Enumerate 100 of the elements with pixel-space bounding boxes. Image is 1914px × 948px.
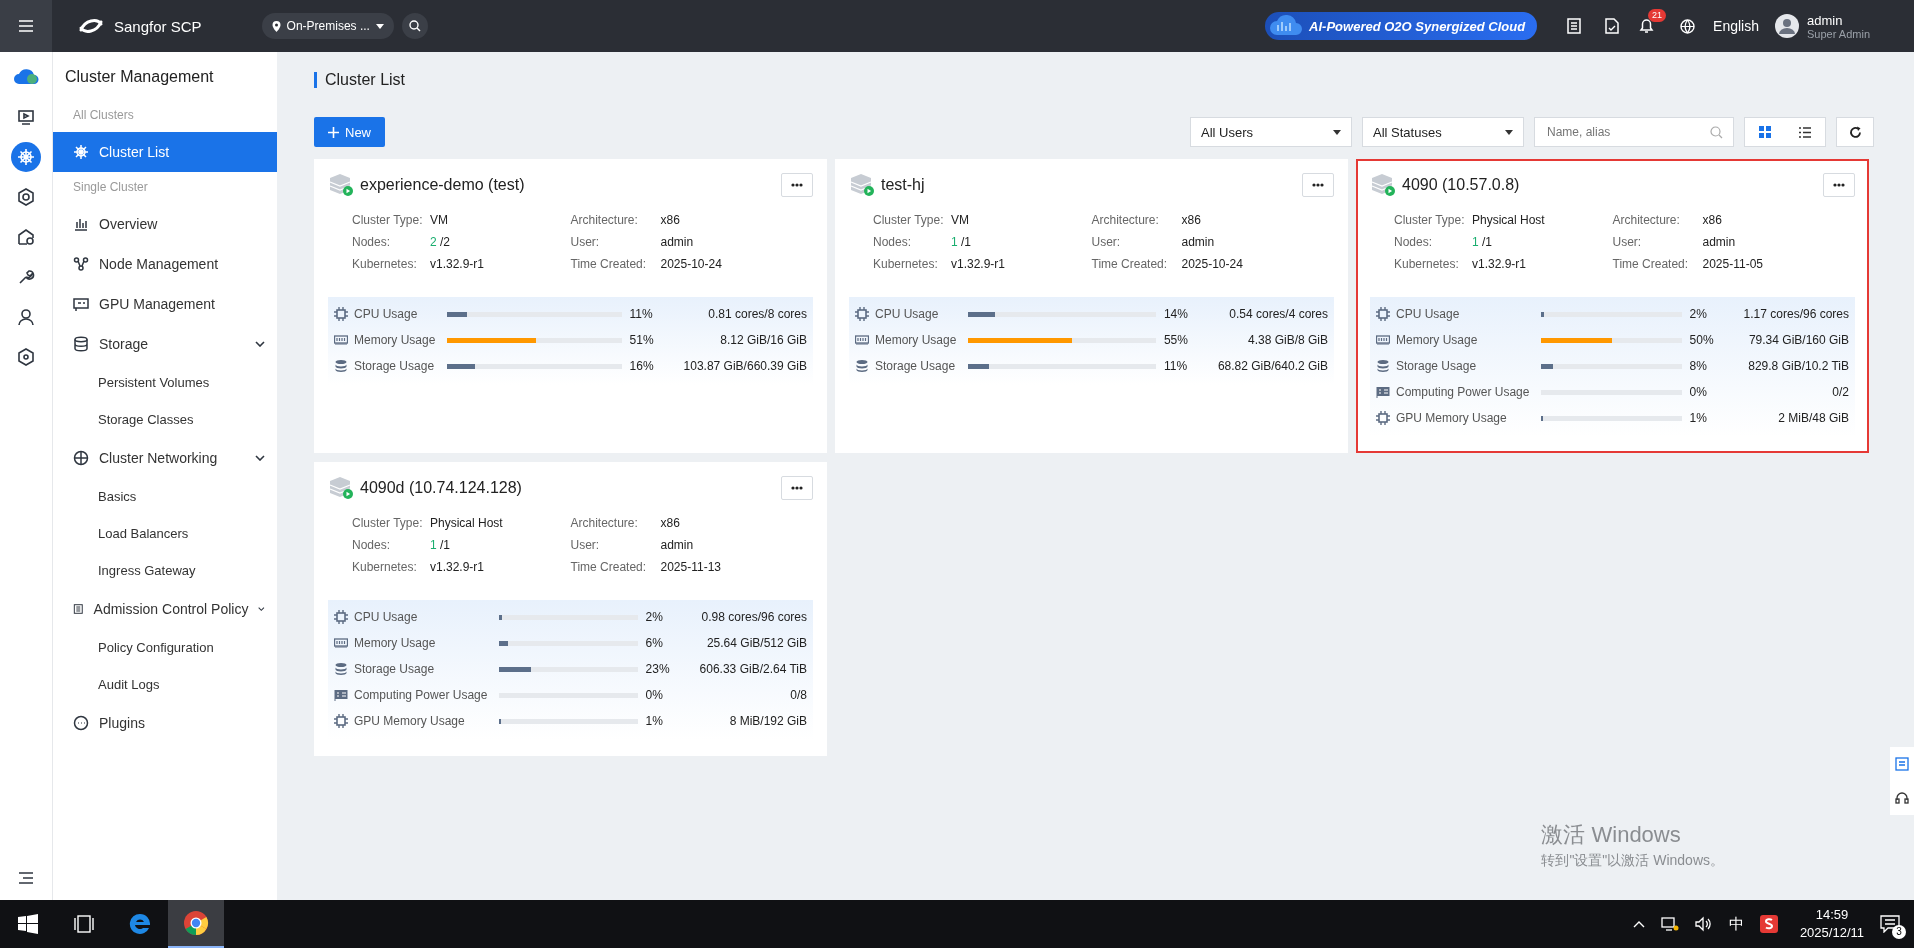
sidebar-subitem[interactable]: Ingress Gateway bbox=[53, 552, 277, 589]
sidebar-item[interactable]: Storage bbox=[53, 324, 277, 364]
avatar-icon[interactable] bbox=[1775, 14, 1799, 38]
cluster-name[interactable]: 4090 (10.57.0.8) bbox=[1402, 176, 1520, 194]
user-filter-dropdown[interactable]: All Users bbox=[1190, 117, 1352, 147]
ready-node-count: 1 bbox=[1472, 235, 1479, 249]
sidebar-item[interactable]: GPU Management bbox=[53, 284, 277, 324]
field-label: Architecture: bbox=[1091, 213, 1160, 227]
memory-icon bbox=[334, 333, 348, 347]
clock-date[interactable]: 2025/12/11 bbox=[1799, 924, 1864, 942]
sidebar-subitem[interactable]: Audit Logs bbox=[53, 666, 277, 703]
field-label: User: bbox=[1612, 235, 1643, 249]
field-label: User: bbox=[1091, 235, 1122, 249]
new-button[interactable]: New bbox=[314, 117, 385, 147]
chevron-up-icon[interactable] bbox=[1632, 920, 1645, 928]
menu-button[interactable] bbox=[0, 0, 52, 52]
metric-percent: 2% bbox=[1689, 307, 1708, 321]
chevron-icon bbox=[255, 455, 265, 461]
cluster-name[interactable]: test-hj bbox=[881, 176, 925, 194]
metric-reading: 0/2 bbox=[1831, 385, 1849, 399]
chevron-icon bbox=[258, 606, 265, 612]
collapse-menu-icon[interactable] bbox=[19, 872, 33, 884]
sidebar-item[interactable]: Node Management bbox=[53, 244, 277, 284]
cluster-name[interactable]: 4090d (10.74.124.128) bbox=[360, 479, 522, 497]
search-button[interactable] bbox=[401, 13, 428, 39]
more-button[interactable] bbox=[781, 173, 813, 197]
metric-percent: 51% bbox=[629, 333, 655, 347]
list-icon bbox=[1799, 126, 1811, 138]
monitor-icon bbox=[17, 108, 35, 126]
document-icon[interactable] bbox=[1567, 18, 1582, 34]
ready-node-count: 1 bbox=[951, 235, 958, 249]
file-icon[interactable] bbox=[1605, 18, 1620, 34]
status-filter-dropdown[interactable]: All Statuses bbox=[1362, 117, 1524, 147]
metric-percent: 6% bbox=[645, 636, 664, 650]
metric-label: Memory Usage bbox=[354, 333, 436, 347]
input-method-icon[interactable] bbox=[1759, 915, 1778, 933]
sidebar-subitem[interactable]: Persistent Volumes bbox=[53, 364, 277, 401]
taskbar-button[interactable] bbox=[168, 900, 224, 948]
helm-icon bbox=[73, 144, 89, 160]
field-value: v1.32.9-r1 bbox=[951, 257, 1006, 271]
field-label: Nodes: bbox=[873, 235, 913, 249]
ready-node-count: 2 bbox=[430, 235, 437, 249]
field-label: Nodes: bbox=[352, 538, 392, 552]
headset-icon bbox=[1895, 791, 1909, 805]
chip-icon bbox=[334, 307, 348, 321]
speaker-icon[interactable] bbox=[1694, 916, 1713, 932]
windows-start-icon bbox=[18, 914, 38, 934]
metric-label: CPU Usage bbox=[1396, 307, 1460, 321]
home-icon bbox=[17, 228, 35, 246]
refresh-button[interactable] bbox=[1836, 117, 1874, 147]
field-value: x86 bbox=[660, 516, 680, 530]
more-button[interactable] bbox=[1302, 173, 1334, 197]
user-name[interactable]: admin bbox=[1807, 12, 1870, 28]
cluster-card[interactable] bbox=[1356, 159, 1869, 453]
field-value: x86 bbox=[1181, 213, 1201, 227]
metric-percent: 0% bbox=[645, 688, 664, 702]
more-button[interactable] bbox=[781, 476, 813, 500]
sidebar-item[interactable]: Admission Control Policy bbox=[53, 589, 277, 629]
sidebar-subitem[interactable]: Basics bbox=[53, 478, 277, 515]
sidebar-item[interactable]: Plugins bbox=[53, 703, 277, 743]
search-input[interactable]: Name, alias bbox=[1545, 124, 1710, 140]
cluster-name[interactable]: experience-demo (test) bbox=[360, 176, 525, 194]
total-node-count: /1 bbox=[1482, 235, 1493, 249]
field-value: 2025-11-13 bbox=[660, 560, 721, 574]
sidebar-item[interactable]: Cluster List bbox=[53, 132, 277, 172]
document-icon bbox=[73, 601, 84, 617]
database-icon bbox=[1376, 359, 1390, 373]
sidebar-subitem[interactable]: Policy Configuration bbox=[53, 629, 277, 666]
total-node-count: /1 bbox=[961, 235, 972, 249]
field-label: Kubernetes: bbox=[873, 257, 939, 271]
metric-reading: 103.87 GiB/660.39 GiB bbox=[683, 359, 807, 373]
metric-label: Storage Usage bbox=[1396, 359, 1477, 373]
metric-percent: 11% bbox=[1163, 359, 1189, 373]
location-dropdown[interactable]: On-Premises ... bbox=[261, 13, 394, 39]
card-icon bbox=[1376, 385, 1390, 399]
promo-banner[interactable]: AI-Powered O2O Synergized Cloud bbox=[1265, 12, 1538, 40]
sidebar-item[interactable]: Cluster Networking bbox=[53, 438, 277, 478]
more-button[interactable] bbox=[1823, 173, 1855, 197]
sidebar-subitem[interactable]: Load Balancers bbox=[53, 515, 277, 552]
globe-icon[interactable] bbox=[1680, 18, 1696, 34]
field-label: Architecture: bbox=[1612, 213, 1681, 227]
field-label: Architecture: bbox=[570, 516, 639, 530]
metric-reading: 606.33 GiB/2.64 TiB bbox=[699, 662, 807, 676]
sidebar-subitem[interactable]: Storage Classes bbox=[53, 401, 277, 438]
field-label: Kubernetes: bbox=[352, 560, 418, 574]
network-icon[interactable] bbox=[1660, 916, 1679, 932]
language-selector[interactable]: English bbox=[1713, 18, 1759, 34]
metric-percent: 16% bbox=[629, 359, 655, 373]
metric-label: Memory Usage bbox=[354, 636, 436, 650]
field-label: Cluster Type: bbox=[1394, 213, 1466, 227]
metric-percent: 1% bbox=[645, 714, 664, 728]
bell-icon[interactable] bbox=[1639, 18, 1655, 34]
sidebar-item[interactable]: Overview bbox=[53, 204, 277, 244]
input-method-indicator[interactable]: 中 bbox=[1728, 914, 1744, 934]
field-label: Kubernetes: bbox=[1394, 257, 1460, 271]
server-icon bbox=[328, 476, 354, 500]
clock-time[interactable]: 14:59 bbox=[1815, 906, 1849, 924]
metric-label: Computing Power Usage bbox=[1396, 385, 1530, 399]
notification-icon[interactable] bbox=[1880, 915, 1900, 933]
search-field[interactable]: Name, alias bbox=[1534, 117, 1734, 147]
